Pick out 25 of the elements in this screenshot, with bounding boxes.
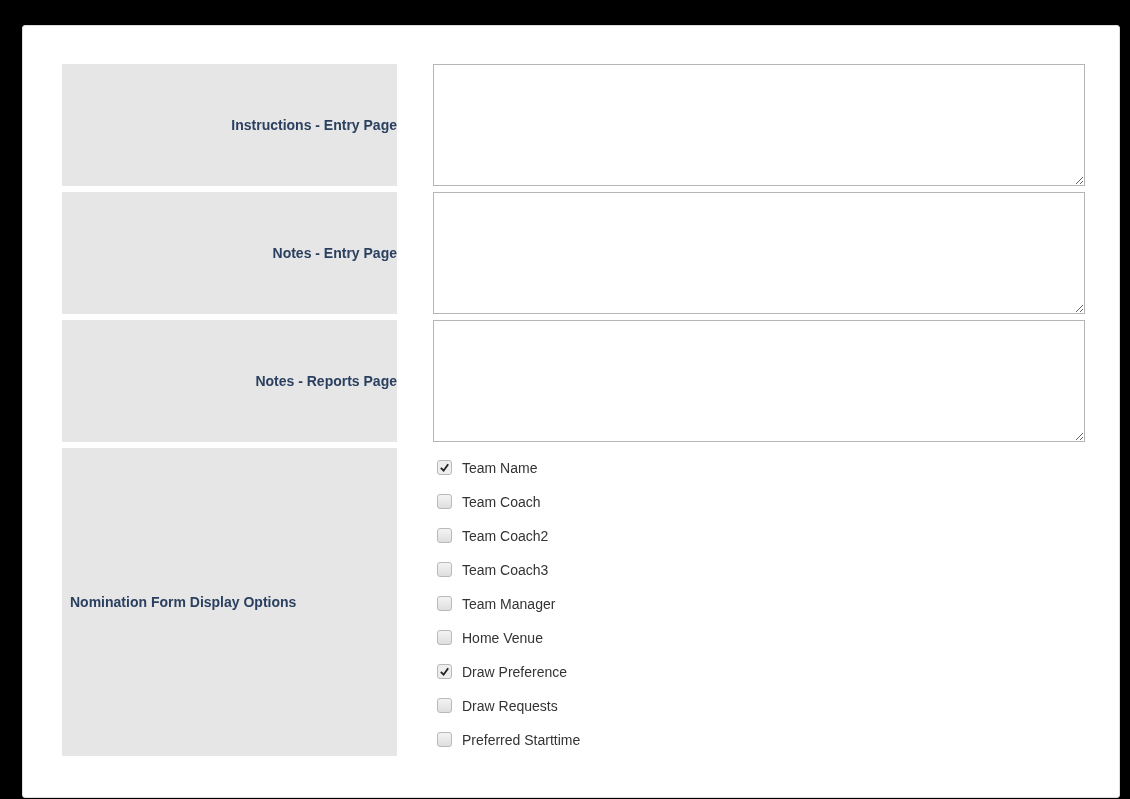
option-label: Preferred Starttime [462,731,581,748]
checkbox[interactable] [437,596,452,611]
checkbox[interactable] [437,664,452,679]
field-label: Notes - Reports Page [255,373,397,389]
option-label: Team Manager [462,595,556,612]
checkbox[interactable] [437,562,452,577]
checkbox[interactable] [437,494,452,509]
checkbox[interactable] [437,630,452,645]
option-label: Team Name [462,459,538,476]
option-label: Team Coach2 [462,527,549,544]
option-label: Draw Requests [462,697,558,714]
option-label: Team Coach3 [462,561,549,578]
text-area[interactable] [433,64,1085,186]
checkbox[interactable] [437,528,452,543]
text-area[interactable] [433,320,1085,442]
option-label: Draw Preference [462,663,568,680]
field-label: Nomination Form Display Options [70,594,297,610]
option-label: Home Venue [462,629,543,646]
checkbox[interactable] [437,460,452,475]
field-label: Notes - Entry Page [272,245,397,261]
option-label: Team Coach [462,493,541,510]
field-label: Instructions - Entry Page [231,117,397,133]
checkbox[interactable] [437,698,452,713]
text-area[interactable] [433,192,1085,314]
checkbox[interactable] [437,732,452,747]
